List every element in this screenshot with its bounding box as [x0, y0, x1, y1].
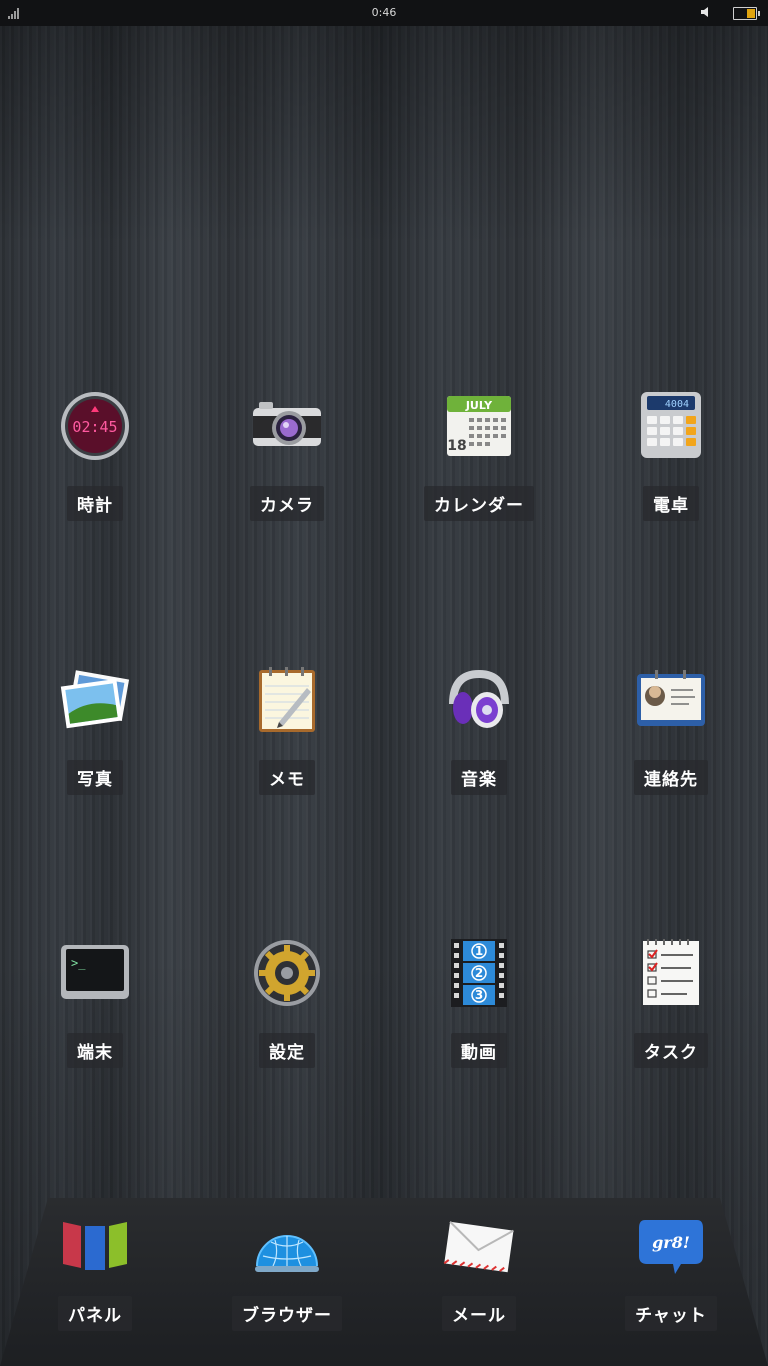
globe-icon [255, 1235, 319, 1272]
battery-icon [733, 7, 760, 20]
app-label: 設定 [259, 1033, 315, 1068]
photos-icon [60, 670, 130, 729]
volume-icon[interactable] [700, 5, 714, 19]
svg-text:1: 1 [475, 944, 483, 958]
checklist-icon [643, 939, 699, 1005]
svg-text:4004: 4004 [665, 399, 689, 410]
app-label: カメラ [250, 486, 324, 521]
camera-icon [253, 402, 321, 446]
chat-bubble-icon: gr8! [639, 1220, 703, 1274]
dock-label: メール [442, 1296, 516, 1331]
svg-text:JULY: JULY [465, 399, 493, 412]
svg-text:gr8!: gr8! [652, 1233, 690, 1252]
svg-text:02:45: 02:45 [72, 418, 117, 436]
app-label: 端末 [67, 1033, 123, 1068]
dock-label: パネル [58, 1296, 132, 1331]
contact-card-icon [637, 670, 705, 726]
film-strip-icon: 1 2 3 [451, 939, 507, 1007]
calendar-icon: JULY 18 [447, 396, 511, 456]
svg-text:2: 2 [475, 966, 483, 980]
app-label: 電卓 [643, 486, 699, 521]
app-label: メモ [259, 760, 315, 795]
headphones-icon [449, 669, 509, 728]
app-label: カレンダー [424, 486, 534, 521]
svg-text:3: 3 [475, 988, 483, 1002]
app-label: タスク [634, 1033, 708, 1068]
status-bar: 0:46 [0, 0, 768, 26]
panels-icon [63, 1222, 127, 1270]
svg-text:>_: >_ [71, 956, 86, 970]
clock-icon: 02:45 [61, 392, 129, 460]
app-label: 時計 [67, 486, 123, 521]
envelope-icon [443, 1221, 514, 1273]
notepad-icon [259, 667, 315, 732]
gear-icon [254, 940, 320, 1006]
app-label: 音楽 [451, 760, 507, 795]
status-clock: 0:46 [371, 6, 397, 19]
dock-label: チャット [625, 1296, 717, 1331]
terminal-icon: >_ [61, 945, 129, 999]
svg-text:18: 18 [447, 438, 466, 454]
calculator-icon: 4004 [641, 392, 701, 458]
dock-label: ブラウザー [232, 1296, 342, 1331]
app-label: 連絡先 [634, 760, 708, 795]
app-label: 写真 [67, 760, 123, 795]
app-label: 動画 [451, 1033, 507, 1068]
